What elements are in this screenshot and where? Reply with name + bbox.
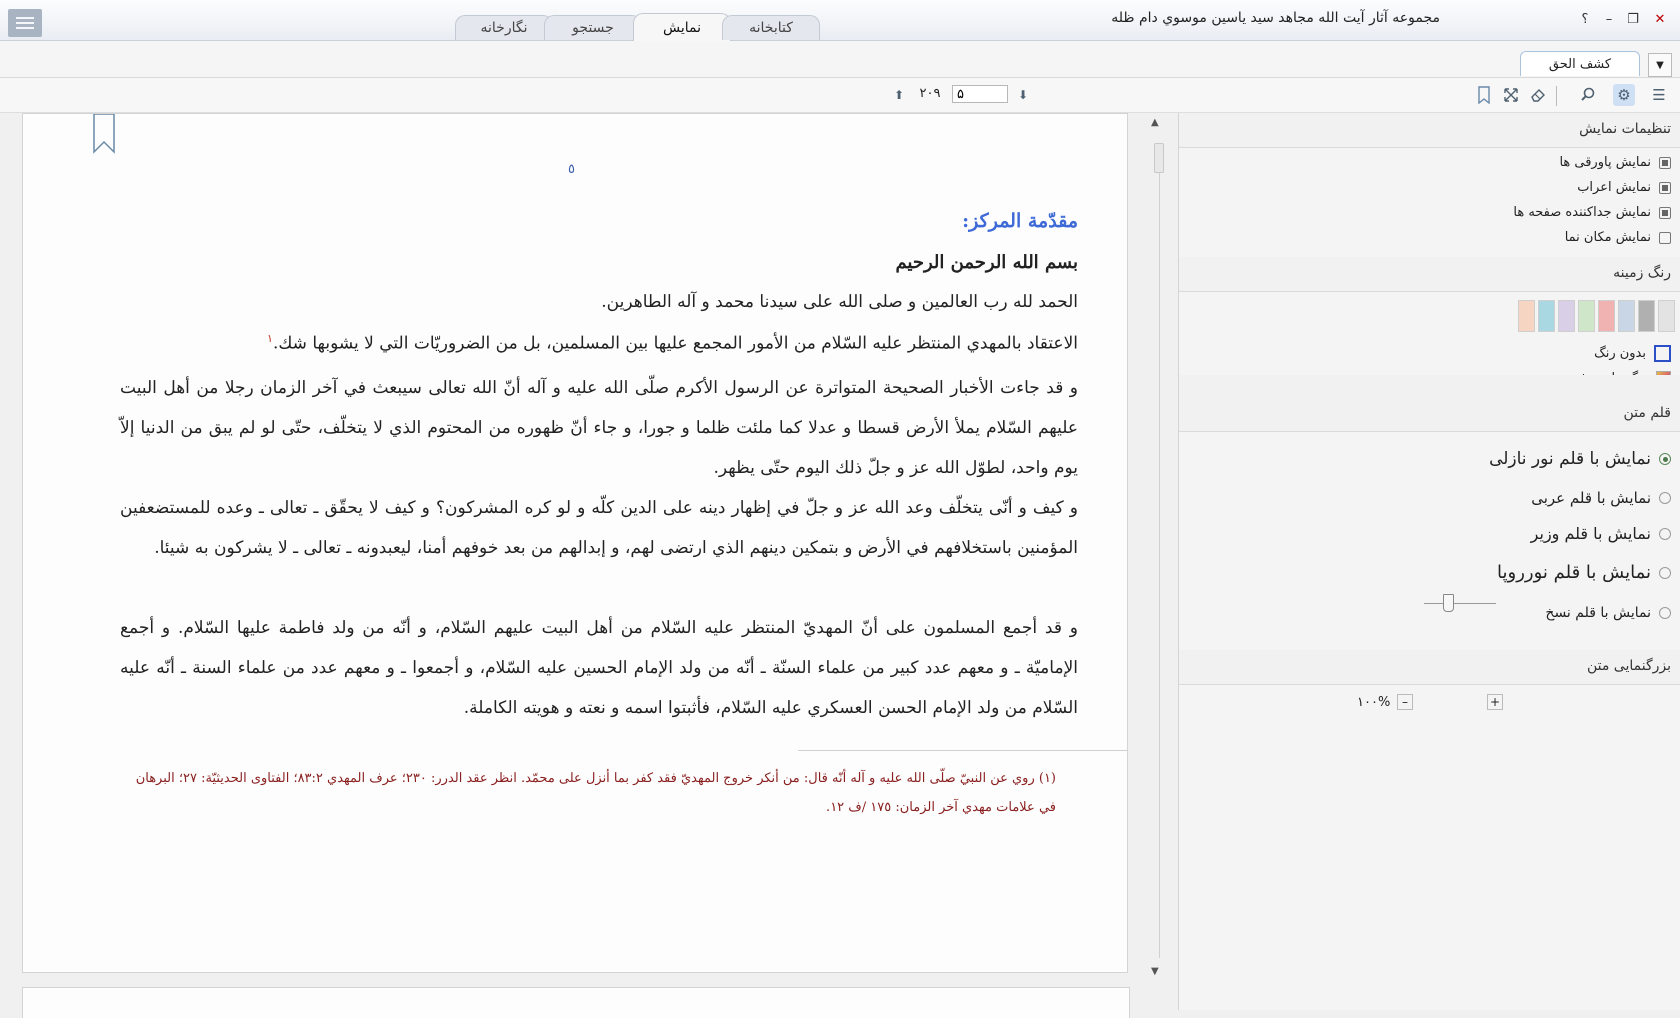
title-bar: نگارخانه جستجو نمایش کتابخانه مجموعه آثا… xyxy=(0,0,1680,41)
belief-line: الاعتقاد بالمهدي المنتظر عليه السّلام من… xyxy=(267,332,1078,354)
paragraph: و قد أجمع المسلمون على أنّ المهديّ المنت… xyxy=(120,618,1078,718)
font-option-vazir[interactable]: نمایش با قلم وزیر xyxy=(1531,524,1671,543)
option-cursor[interactable]: نمایش مکان نما xyxy=(1565,230,1671,245)
section-heading: مقدّمة المركز: xyxy=(962,210,1078,232)
book-tab[interactable]: کشف الحق xyxy=(1520,51,1640,76)
book-tab-bar: کشف الحق ▼ xyxy=(0,41,1680,78)
tab-library[interactable]: کتابخانه xyxy=(722,15,820,40)
scroll-track[interactable] xyxy=(1159,173,1160,958)
tab-gallery[interactable]: نگارخانه xyxy=(455,15,553,40)
document-area: ٥ مقدّمة المركز: بسم الله الرحمن الرحيم … xyxy=(0,113,1178,1018)
scroll-thumb[interactable] xyxy=(1154,143,1164,173)
option-diacritics[interactable]: نمایش اعراب xyxy=(1577,180,1671,195)
checkbox[interactable] xyxy=(1659,231,1671,244)
chevron-down-icon[interactable]: ▼ xyxy=(1648,53,1672,77)
zoom-header: بزرگنمایی متن xyxy=(1179,650,1680,685)
page-number-input[interactable] xyxy=(952,85,1008,103)
zoom-in-button[interactable]: + xyxy=(1487,694,1503,710)
arrow-up-icon[interactable]: ⬆ xyxy=(888,84,910,106)
tab-search[interactable]: جستجو xyxy=(544,15,642,40)
restore-button[interactable]: ❐ xyxy=(1623,10,1643,28)
font-option-nazli[interactable]: نمایش با قلم نور نازلی xyxy=(1489,449,1671,469)
color-swatch[interactable] xyxy=(1558,300,1575,332)
no-color-option[interactable]: بدون رنگ xyxy=(1594,345,1671,362)
color-swatch[interactable] xyxy=(1658,300,1675,332)
color-swatch[interactable] xyxy=(1638,300,1655,332)
close-button[interactable]: ✕ xyxy=(1650,10,1670,28)
fullscreen-icon[interactable] xyxy=(1500,84,1522,106)
scroll-up-icon[interactable]: ▲ xyxy=(1151,117,1159,128)
radio[interactable] xyxy=(1659,453,1671,465)
toolbar: ☰ ⚙ ⬇ ۲۰۹ ⬆ xyxy=(0,78,1680,113)
radio[interactable] xyxy=(1659,566,1671,579)
minimize-button[interactable]: – xyxy=(1599,10,1619,28)
color-swatch[interactable] xyxy=(1578,300,1595,332)
zoom-slider-thumb[interactable] xyxy=(1443,594,1454,612)
bg-color-header: رنگ زمینه xyxy=(1179,257,1680,292)
basmala: بسم الله الرحمن الرحيم xyxy=(895,252,1078,273)
next-page-edge xyxy=(22,987,1130,1018)
display-settings-header: تنظیمات نمایش xyxy=(1179,113,1680,148)
help-button[interactable]: ؟ xyxy=(1575,10,1595,28)
window-title: مجموعه آثار آیت الله مجاهد سید یاسین موس… xyxy=(1111,10,1440,26)
checkbox[interactable] xyxy=(1659,206,1671,219)
zoom-out-button[interactable]: – xyxy=(1397,694,1413,710)
settings-panel: تنظیمات نمایش نمایش پاورقی ها نمایش اعرا… xyxy=(1178,113,1680,1010)
footnote: (١) روي عن النبيّ صلّى الله عليه و آله أ… xyxy=(135,771,1056,815)
eraser-icon[interactable] xyxy=(1527,84,1549,106)
tab-display[interactable]: نمایش xyxy=(633,13,731,41)
book-page[interactable]: ٥ مقدّمة المركز: بسم الله الرحمن الرحيم … xyxy=(22,113,1128,973)
checkbox[interactable] xyxy=(1659,181,1671,194)
bookmark-icon[interactable] xyxy=(1473,84,1495,106)
page-number-label: ٥ xyxy=(568,162,575,177)
praise-line: الحمد لله رب العالمين و صلى الله على سيد… xyxy=(601,292,1078,312)
radio[interactable] xyxy=(1659,527,1671,540)
hamburger-menu-icon[interactable] xyxy=(8,9,42,37)
footnote-divider xyxy=(798,750,1128,751)
font-option-nooreuropa[interactable]: نمایش با قلم نورروپا xyxy=(1497,562,1671,583)
list-icon[interactable]: ☰ xyxy=(1648,84,1670,106)
color-swatch[interactable] xyxy=(1538,300,1555,332)
zoom-value: ۱۰۰% xyxy=(1357,695,1391,710)
font-header: قلم متن xyxy=(1179,397,1680,432)
paragraph: و كيف و أنّى يتخلّف وعد الله عز و جلّ في… xyxy=(120,498,1078,558)
font-option-naskh[interactable]: نمایش با قلم نسخ xyxy=(1545,605,1671,621)
no-color-icon[interactable] xyxy=(1654,345,1671,362)
paragraph: و قد جاءت الأخبار الصحيحة المتواترة عن ا… xyxy=(120,378,1078,478)
font-option-arabic[interactable]: نمایش با قلم عربی xyxy=(1531,489,1671,507)
option-footnotes[interactable]: نمایش پاورقی ها xyxy=(1559,155,1671,170)
scroll-down-icon[interactable]: ▼ xyxy=(1151,966,1159,977)
toolbar-divider xyxy=(1556,86,1557,106)
page-total: ۲۰۹ xyxy=(919,86,941,101)
arrow-down-icon[interactable]: ⬇ xyxy=(1012,84,1034,106)
color-swatch[interactable] xyxy=(1618,300,1635,332)
bookmark-ribbon-icon[interactable] xyxy=(93,113,115,158)
color-swatch[interactable] xyxy=(1518,300,1535,332)
checkbox[interactable] xyxy=(1659,156,1671,169)
zoom-slider-track[interactable] xyxy=(1424,603,1496,604)
search-icon[interactable] xyxy=(1577,84,1599,106)
radio[interactable] xyxy=(1659,492,1671,504)
color-swatch[interactable] xyxy=(1598,300,1615,332)
radio[interactable] xyxy=(1659,607,1671,619)
gear-icon[interactable]: ⚙ xyxy=(1613,84,1635,106)
option-page-separators[interactable]: نمایش جداکننده صفحه ها xyxy=(1513,205,1671,220)
